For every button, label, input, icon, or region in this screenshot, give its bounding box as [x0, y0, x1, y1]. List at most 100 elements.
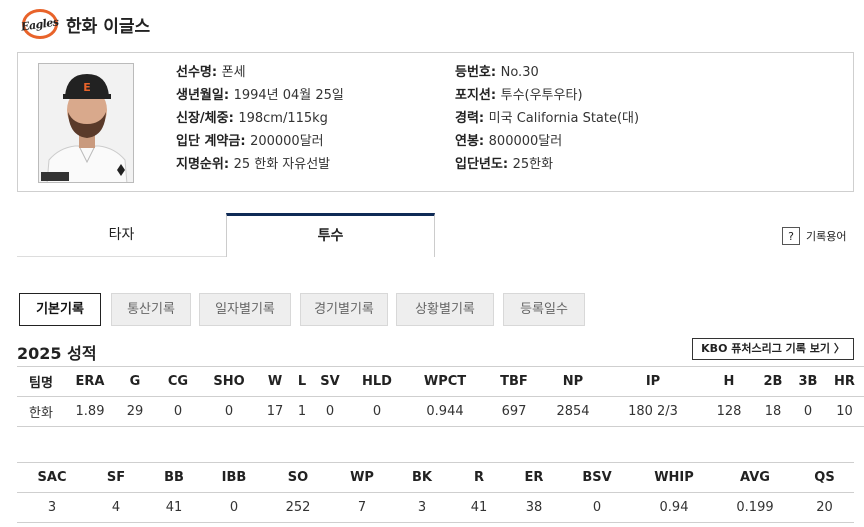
subtab-4[interactable]: 상황별기록: [396, 293, 494, 326]
info-label: 지명순위:: [176, 157, 234, 172]
player-info-right: 등번호: No.30 포지션: 투수(우투우타) 경력: 미국 California…: [455, 63, 639, 178]
table-cell: 180 2/3: [603, 396, 703, 427]
team-name: 한화 이글스: [66, 16, 151, 37]
info-row: 포지션: 투수(우투우타): [455, 86, 639, 109]
info-value: 25한화: [512, 157, 554, 172]
column-header: HLD: [349, 366, 405, 397]
info-row: 경력: 미국 California State(대): [455, 109, 639, 132]
info-value: 25 한화 자유선발: [233, 157, 331, 172]
column-header: NP: [543, 366, 603, 397]
table-cell: 252: [265, 492, 331, 523]
info-value: 미국 California State(대): [488, 111, 640, 126]
info-row: 지명순위: 25 한화 자유선발: [176, 155, 344, 178]
column-header: 팀명: [17, 366, 65, 397]
table-cell: 0: [349, 396, 405, 427]
info-label: 포지션:: [455, 88, 501, 103]
column-header: R: [451, 462, 507, 493]
column-header: SO: [265, 462, 331, 493]
table-cell: 0: [203, 492, 265, 523]
column-header: AVG: [715, 462, 795, 493]
table-cell: 0.199: [715, 492, 795, 523]
column-header: BSV: [561, 462, 633, 493]
info-value: 폰세: [221, 65, 246, 80]
subtab-1[interactable]: 통산기록: [111, 293, 191, 326]
info-label: 연봉:: [455, 134, 489, 149]
team-logo[interactable]: Eagles: [20, 9, 60, 39]
column-header: BB: [145, 462, 203, 493]
table-cell: 20: [795, 492, 854, 523]
info-row: 등번호: No.30: [455, 63, 639, 86]
glossary-label: 기록용어: [806, 230, 847, 243]
table-cell: 1: [293, 396, 311, 427]
column-header: HR: [825, 366, 864, 397]
header: Eagles 한화 이글스: [20, 8, 151, 40]
subtab-5[interactable]: 등록일수: [503, 293, 585, 326]
column-header: ER: [507, 462, 561, 493]
table-cell: 10: [825, 396, 864, 427]
info-row: 생년월일: 1994년 04월 25일: [176, 86, 344, 109]
info-row: 연봉: 800000달러: [455, 132, 639, 155]
info-value: 198cm/115kg: [238, 111, 328, 126]
table-header-row: 팀명 ERA G CG SHO W L SV HLD WPCT TBF NP IP H 2B 3B HR: [17, 366, 864, 397]
stats-table-extra: SAC SF BB IBB SO WP BK R ER BSV WHIP AVG QS 3 4 41 0 252…: [17, 462, 854, 523]
info-value: No.30: [500, 65, 539, 80]
table-cell: 0: [791, 396, 825, 427]
column-header: CG: [155, 366, 201, 397]
column-header: IBB: [203, 462, 265, 493]
column-header: H: [703, 366, 755, 397]
table-cell: 0: [201, 396, 257, 427]
column-header: ERA: [65, 366, 115, 397]
table-cell: 0: [561, 492, 633, 523]
table-cell: 17: [257, 396, 293, 427]
futures-league-button[interactable]: KBO 퓨처스리그 기록 보기 〉: [692, 338, 854, 360]
subtab-3[interactable]: 경기별기록: [300, 293, 388, 326]
info-value: 투수(우투우타): [500, 88, 583, 103]
table-cell: 41: [145, 492, 203, 523]
column-header: 3B: [791, 366, 825, 397]
player-photo: E: [38, 63, 134, 183]
table-cell: 3: [17, 492, 87, 523]
info-label: 입단년도:: [455, 157, 513, 172]
subtab-2[interactable]: 일자별기록: [199, 293, 291, 326]
info-row: 입단년도: 25한화: [455, 155, 639, 178]
info-label: 생년월일:: [176, 88, 234, 103]
column-header: QS: [795, 462, 854, 493]
column-header: SAC: [17, 462, 87, 493]
column-header: SF: [87, 462, 145, 493]
table-cell: 18: [755, 396, 791, 427]
info-value: 800000달러: [488, 134, 563, 149]
table-cell: 38: [507, 492, 561, 523]
column-header: WPCT: [405, 366, 485, 397]
table-cell: 29: [115, 396, 155, 427]
player-profile: E 선수명: 폰세 생년월일: 1994년 04월 25일 신장/체중: 198cm…: [17, 52, 854, 192]
info-value: 1994년 04월 25일: [233, 88, 344, 103]
tab-batter[interactable]: 타자: [17, 213, 226, 257]
column-header: BK: [393, 462, 451, 493]
logo-text: Eagles: [20, 14, 60, 34]
position-tabs: 타자 투수: [17, 213, 435, 257]
question-icon: ?: [782, 227, 800, 245]
table-cell: 0: [155, 396, 201, 427]
table-cell: 0: [311, 396, 349, 427]
info-label: 등번호:: [455, 65, 501, 80]
column-header: TBF: [485, 366, 543, 397]
column-header: 2B: [755, 366, 791, 397]
table-cell: 697: [485, 396, 543, 427]
tab-pitcher[interactable]: 투수: [226, 213, 435, 257]
info-value: 200000달러: [250, 134, 324, 149]
table-cell: 3: [393, 492, 451, 523]
subtab-0[interactable]: 기본기록: [19, 293, 101, 326]
info-label: 경력:: [455, 111, 489, 126]
table-row: 3 4 41 0 252 7 3 41 38 0 0.94 0.199 20: [17, 492, 854, 523]
info-label: 입단 계약금:: [176, 134, 251, 149]
section-title: 2025 성적: [17, 344, 97, 363]
table-cell: 한화: [17, 396, 65, 427]
glossary-link[interactable]: ? 기록용어: [782, 227, 846, 245]
table-row: 한화 1.89 29 0 0 17 1 0 0 0.944 697 2854 180 2/3 128 18 0…: [17, 396, 864, 427]
column-header: W: [257, 366, 293, 397]
column-header: SHO: [201, 366, 257, 397]
table-cell: 1.89: [65, 396, 115, 427]
table-cell: 2854: [543, 396, 603, 427]
column-header: IP: [603, 366, 703, 397]
column-header: WP: [331, 462, 393, 493]
